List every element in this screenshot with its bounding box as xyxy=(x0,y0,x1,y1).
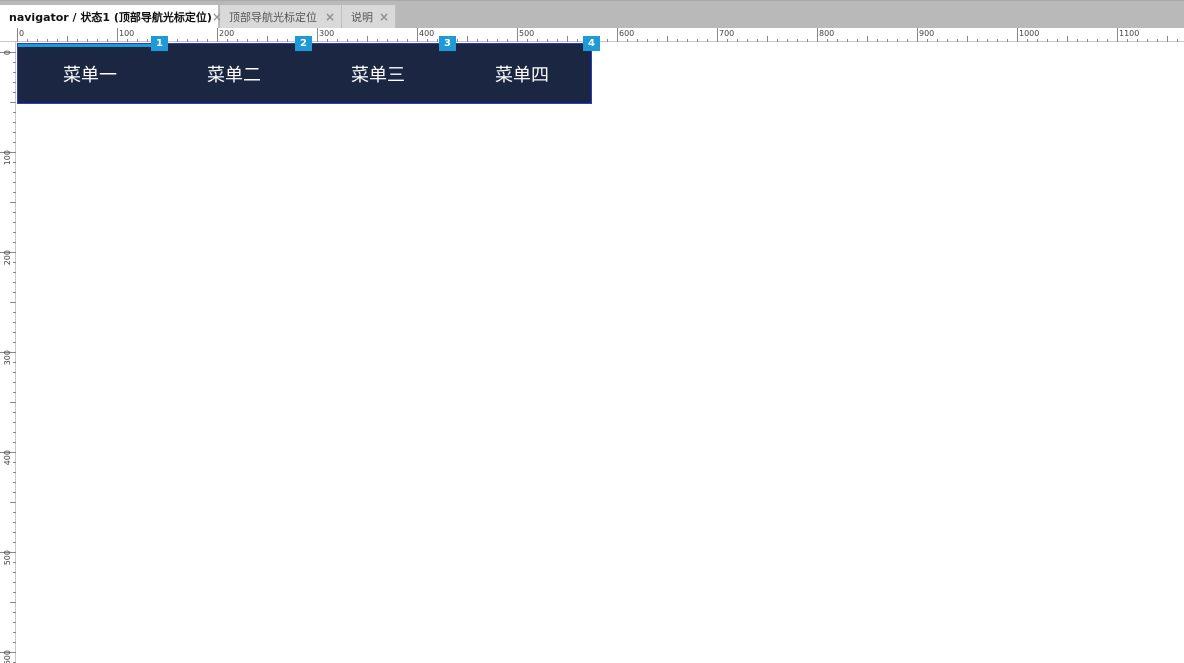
ruler-label: 400 xyxy=(419,29,434,38)
tab-label: navigator / 状态1 (顶部导航光标定位) xyxy=(9,11,212,24)
vertical-ruler: 0 100 200 300 400 500 600 xyxy=(0,42,16,663)
tab-navigator-state1[interactable]: navigator / 状态1 (顶部导航光标定位) × xyxy=(0,5,222,29)
tab-description[interactable]: 说明 × xyxy=(342,5,396,29)
nav-item-menu-3[interactable]: 菜单三 xyxy=(306,44,450,103)
ruler-label: 100 xyxy=(119,29,134,38)
ruler-label: 400 xyxy=(3,450,12,465)
ruler-label: 700 xyxy=(719,29,734,38)
tab-label: 顶部导航光标定位 xyxy=(229,11,317,24)
ruler-label: 800 xyxy=(819,29,834,38)
footnote-marker-3[interactable]: 3 xyxy=(439,36,456,51)
ruler-label: 600 xyxy=(619,29,634,38)
vertical-ruler-scale: 0 100 200 300 400 500 600 xyxy=(0,50,16,663)
nav-item-menu-1[interactable]: 菜单一 xyxy=(18,44,162,103)
close-icon[interactable]: × xyxy=(377,10,391,24)
ruler-label: 0 xyxy=(3,50,12,55)
ruler-label: 1000 xyxy=(1019,29,1039,38)
ruler-label: 300 xyxy=(319,29,334,38)
ruler-label: 600 xyxy=(3,650,12,663)
document-tab-bar: navigator / 状态1 (顶部导航光标定位) × 顶部导航光标定位 × … xyxy=(0,0,1184,29)
footnote-marker-1[interactable]: 1 xyxy=(151,36,168,51)
ruler-label: 500 xyxy=(3,550,12,565)
ruler-label: 200 xyxy=(219,29,234,38)
footnote-marker-2[interactable]: 2 xyxy=(295,36,312,51)
ruler-label: 500 xyxy=(519,29,534,38)
ruler-label: 300 xyxy=(3,350,12,365)
ruler-label: 200 xyxy=(3,250,12,265)
close-icon[interactable]: × xyxy=(323,10,337,24)
design-canvas[interactable]: 菜单一 菜单二 菜单三 菜单四 1 2 3 4 xyxy=(17,36,1184,663)
top-navigation-bar[interactable]: 菜单一 菜单二 菜单三 菜单四 xyxy=(17,43,592,104)
nav-item-menu-4[interactable]: 菜单四 xyxy=(450,44,594,103)
ruler-label: 0 xyxy=(19,29,24,38)
tab-top-nav-cursor[interactable]: 顶部导航光标定位 × xyxy=(220,5,342,29)
footnote-marker-4[interactable]: 4 xyxy=(583,36,600,51)
tab-label: 说明 xyxy=(351,11,373,24)
ruler-label: 1100 xyxy=(1119,29,1139,38)
ruler-label: 100 xyxy=(3,150,12,165)
nav-item-menu-2[interactable]: 菜单二 xyxy=(162,44,306,103)
ruler-label: 900 xyxy=(919,29,934,38)
